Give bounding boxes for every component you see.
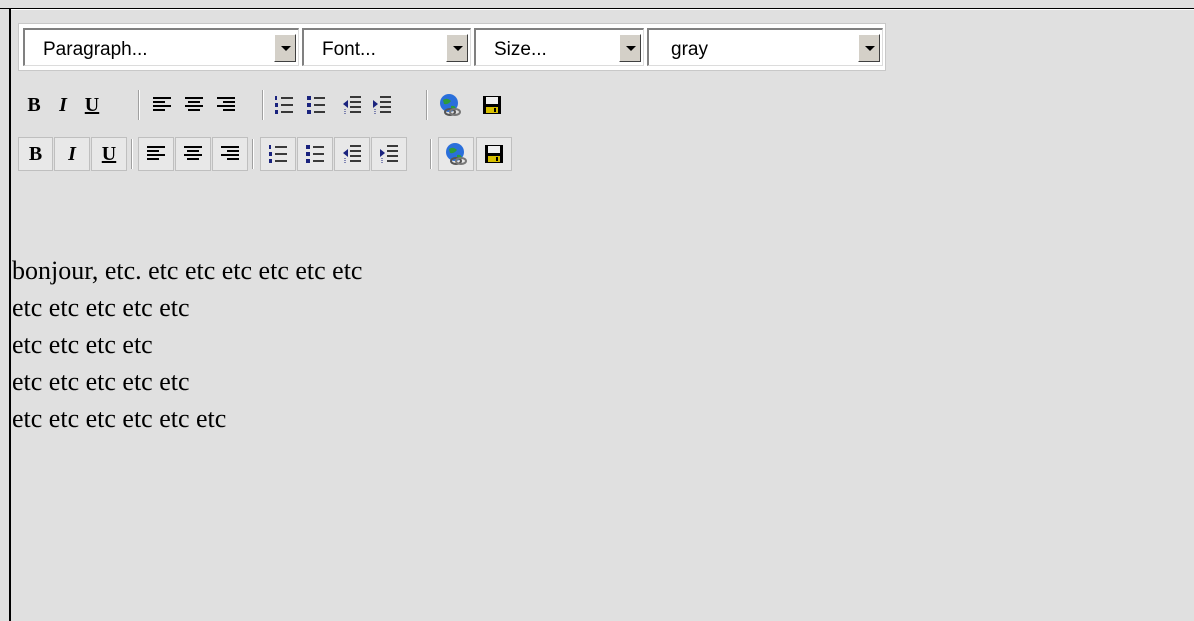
editor-line: etc etc etc etc bbox=[12, 330, 153, 359]
italic-icon: I bbox=[59, 94, 67, 116]
formatting-toolbar-flat: B I U bbox=[18, 88, 518, 122]
outdent-button[interactable] bbox=[334, 137, 370, 171]
insert-link-button[interactable] bbox=[434, 88, 466, 122]
chevron-down-icon[interactable] bbox=[446, 34, 468, 62]
chevron-down-icon[interactable] bbox=[274, 34, 296, 62]
align-right-icon bbox=[217, 97, 235, 111]
align-center-icon bbox=[184, 146, 202, 160]
color-select-value: gray bbox=[671, 39, 708, 60]
save-button[interactable] bbox=[476, 137, 512, 171]
save-button[interactable] bbox=[476, 88, 508, 122]
indent-icon bbox=[380, 145, 398, 164]
insert-link-icon bbox=[446, 143, 467, 165]
format-select-bar: Paragraph... Font... Size... gray bbox=[18, 23, 886, 71]
bold-icon: B bbox=[27, 94, 41, 116]
bold-button[interactable]: B bbox=[18, 137, 53, 171]
ordered-list-icon bbox=[275, 96, 293, 114]
outdent-button[interactable] bbox=[336, 88, 368, 122]
align-left-icon bbox=[147, 146, 165, 160]
toolbar-separator bbox=[262, 90, 264, 120]
underline-icon: U bbox=[84, 94, 100, 116]
outdent-icon bbox=[343, 96, 361, 115]
toolbar-separator bbox=[252, 139, 254, 169]
align-right-button[interactable] bbox=[212, 137, 248, 171]
font-select-value: Font... bbox=[322, 39, 376, 60]
editor-line: etc etc etc etc etc bbox=[12, 367, 190, 396]
toolbar-separator bbox=[131, 139, 133, 169]
toolbar-separator bbox=[138, 90, 140, 120]
align-right-button[interactable] bbox=[210, 88, 242, 122]
formatting-toolbar-boxed: B I U bbox=[18, 137, 518, 171]
bold-icon: B bbox=[28, 143, 43, 165]
insert-link-button[interactable] bbox=[438, 137, 474, 171]
save-icon bbox=[483, 96, 501, 114]
insert-link-icon bbox=[440, 94, 461, 116]
unordered-list-button[interactable] bbox=[300, 88, 332, 122]
toolbar-separator bbox=[426, 90, 428, 120]
italic-button[interactable]: I bbox=[54, 137, 90, 171]
align-right-icon bbox=[221, 146, 239, 160]
align-center-button[interactable] bbox=[178, 88, 210, 122]
italic-button[interactable]: I bbox=[47, 88, 79, 122]
ordered-list-button[interactable] bbox=[260, 137, 296, 171]
ordered-list-button[interactable] bbox=[268, 88, 300, 122]
chevron-down-icon[interactable] bbox=[858, 34, 880, 62]
align-left-button[interactable] bbox=[146, 88, 178, 122]
size-select-value: Size... bbox=[494, 39, 547, 60]
ordered-list-icon bbox=[269, 145, 287, 163]
unordered-list-icon bbox=[306, 145, 324, 163]
size-select[interactable]: Size... bbox=[474, 28, 644, 66]
left-border bbox=[9, 8, 11, 621]
paragraph-select-value: Paragraph... bbox=[43, 39, 148, 60]
align-center-button[interactable] bbox=[175, 137, 211, 171]
editor-line: bonjour, etc. etc etc etc etc etc etc bbox=[12, 256, 363, 285]
indent-button[interactable] bbox=[371, 137, 407, 171]
toolbar-separator bbox=[430, 139, 432, 169]
indent-button[interactable] bbox=[366, 88, 398, 122]
align-center-icon bbox=[185, 97, 203, 111]
save-icon bbox=[485, 145, 503, 163]
editor-line: etc etc etc etc etc bbox=[12, 293, 190, 322]
top-highlight bbox=[11, 9, 1194, 10]
chevron-down-icon[interactable] bbox=[619, 34, 641, 62]
bold-button[interactable]: B bbox=[18, 88, 50, 122]
underline-button[interactable]: U bbox=[91, 137, 127, 171]
italic-icon: I bbox=[68, 143, 76, 165]
indent-icon bbox=[373, 96, 391, 115]
font-select[interactable]: Font... bbox=[302, 28, 471, 66]
align-left-button[interactable] bbox=[138, 137, 174, 171]
paragraph-select[interactable]: Paragraph... bbox=[23, 28, 299, 66]
color-select[interactable]: gray bbox=[647, 28, 883, 66]
unordered-list-button[interactable] bbox=[297, 137, 333, 171]
underline-button[interactable]: U bbox=[76, 88, 108, 122]
align-left-icon bbox=[153, 97, 171, 111]
editor-line: etc etc etc etc etc etc bbox=[12, 404, 227, 433]
outdent-icon bbox=[343, 145, 361, 164]
underline-icon: U bbox=[101, 143, 117, 165]
editor-content[interactable]: bonjour, etc. etc etc etc etc etc etc et… bbox=[12, 252, 362, 437]
unordered-list-icon bbox=[307, 96, 325, 114]
